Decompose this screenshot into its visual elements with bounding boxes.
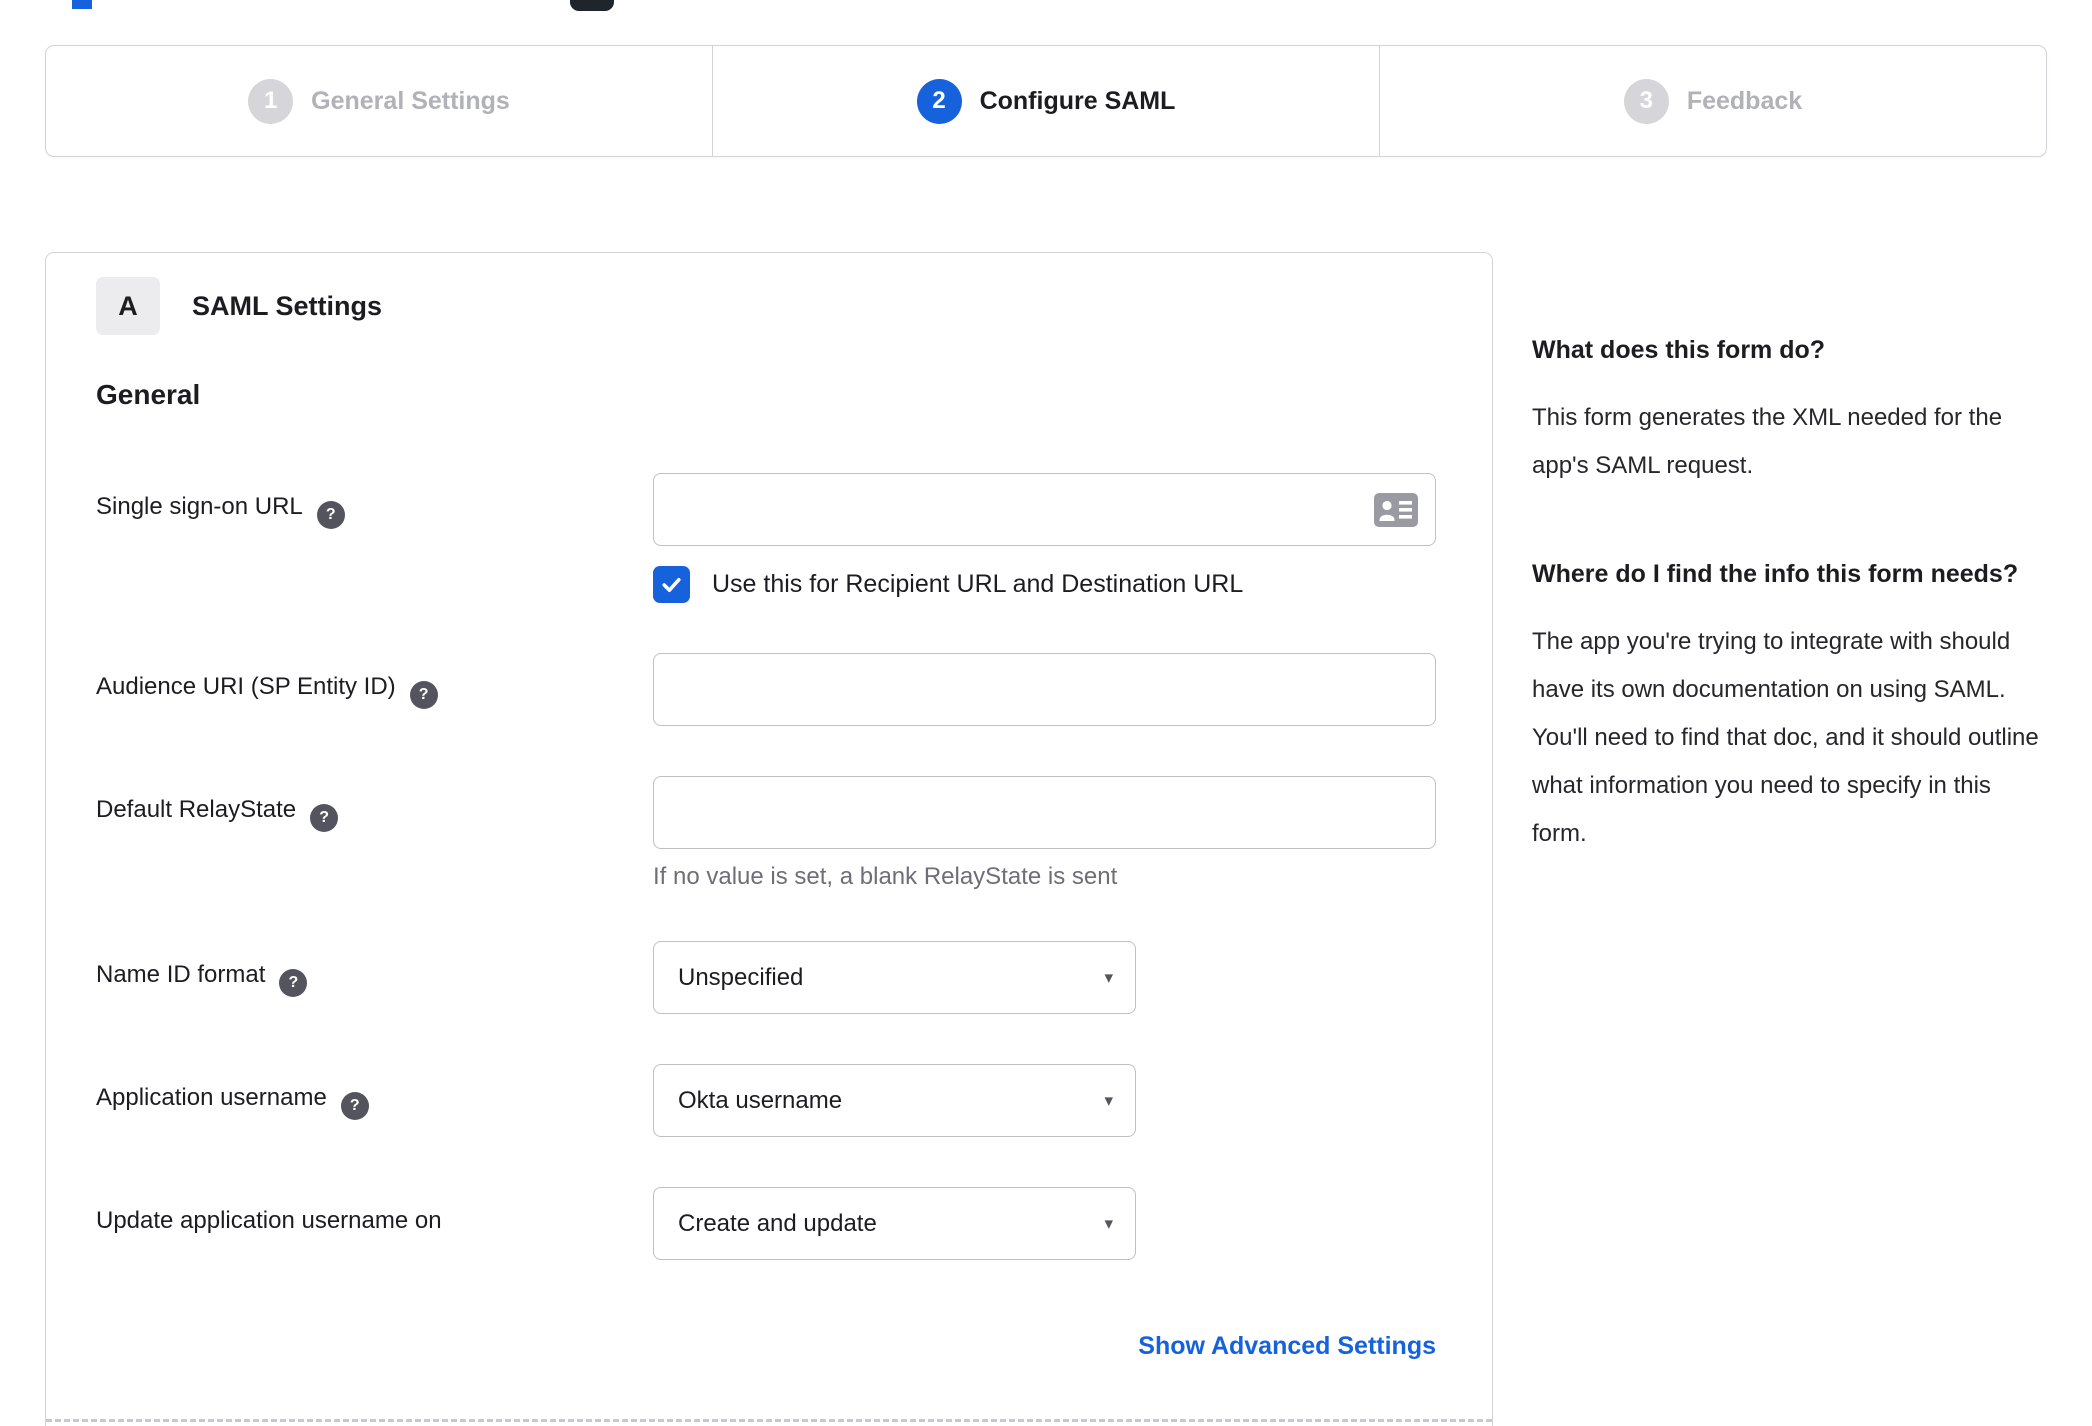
default-relaystate-input[interactable] xyxy=(653,776,1436,849)
chevron-down-icon: ▾ xyxy=(1104,967,1113,987)
show-advanced-settings-link[interactable]: Show Advanced Settings xyxy=(1138,1332,1436,1360)
form-row-default-relaystate: Default RelayState? If no value is set, … xyxy=(96,776,1436,891)
update-application-username-select[interactable]: Create and update ▾ xyxy=(653,1187,1136,1260)
chevron-down-icon: ▾ xyxy=(1104,1090,1113,1110)
step-number-badge: 2 xyxy=(916,78,962,124)
cutoff-blue-tab-fragment xyxy=(72,0,92,9)
field-label: Single sign-on URL xyxy=(96,493,303,520)
field-label: Update application username on xyxy=(96,1207,442,1234)
wizard-stepper: 1 General Settings 2 Configure SAML 3 Fe… xyxy=(45,45,2047,157)
help-body: The app you're trying to integrate with … xyxy=(1532,628,2039,847)
dashed-section-divider xyxy=(46,1419,1492,1422)
help-icon[interactable]: ? xyxy=(279,969,308,997)
select-value: Create and update xyxy=(678,1209,877,1237)
step-general-settings[interactable]: 1 General Settings xyxy=(46,46,713,156)
audience-uri-input[interactable] xyxy=(653,653,1436,726)
single-sign-on-url-input[interactable] xyxy=(653,473,1436,546)
name-id-format-select[interactable]: Unspecified ▾ xyxy=(653,941,1136,1014)
cutoff-dark-icon-fragment xyxy=(570,0,614,11)
question-mark-glyph: ? xyxy=(349,1097,360,1114)
select-value: Okta username xyxy=(678,1086,843,1114)
help-icon[interactable]: ? xyxy=(340,1092,369,1120)
field-label: Application username xyxy=(96,1084,327,1111)
section-a-badge: A xyxy=(96,277,160,335)
form-row-update-application-username: Update application username on Create an… xyxy=(96,1187,1434,1260)
checkmark-icon xyxy=(662,578,681,592)
form-row-single-sign-on-url: Single sign-on URL? Use this for Recipie… xyxy=(96,473,1436,603)
general-heading: General xyxy=(96,379,201,410)
help-heading: What does this form do? xyxy=(1532,336,1826,364)
step-number-badge: 1 xyxy=(248,78,294,124)
select-value: Unspecified xyxy=(678,963,804,991)
question-mark-glyph: ? xyxy=(418,686,429,703)
question-mark-glyph: ? xyxy=(325,506,336,523)
question-mark-glyph: ? xyxy=(288,974,299,991)
help-section-what: What does this form do? This form genera… xyxy=(1532,328,2052,490)
help-body: This form generates the XML needed for t… xyxy=(1532,404,2003,479)
section-header: A SAML Settings xyxy=(96,277,1434,335)
field-label: Name ID format xyxy=(96,961,266,988)
step-configure-saml[interactable]: 2 Configure SAML xyxy=(713,46,1380,156)
relaystate-helper-text: If no value is set, a blank RelayState i… xyxy=(653,863,1118,890)
field-label: Default RelayState xyxy=(96,796,297,823)
question-mark-glyph: ? xyxy=(319,809,329,826)
step-label: Configure SAML xyxy=(979,86,1176,115)
form-row-name-id-format: Name ID format? Unspecified ▾ xyxy=(96,941,1434,1014)
help-sidebar: What does this form do? This form genera… xyxy=(1493,252,2052,858)
field-label: Audience URI (SP Entity ID) xyxy=(96,673,396,700)
step-label: Feedback xyxy=(1686,86,1803,115)
step-feedback[interactable]: 3 Feedback xyxy=(1380,46,2046,156)
form-row-audience-uri: Audience URI (SP Entity ID)? xyxy=(96,653,1436,726)
help-icon[interactable]: ? xyxy=(409,681,438,709)
step-label: General Settings xyxy=(311,86,510,115)
saml-settings-panel: A SAML Settings General Single sign-on U… xyxy=(45,252,1493,1426)
help-icon[interactable]: ? xyxy=(310,804,339,832)
checkbox-label: Use this for Recipient URL and Destinati… xyxy=(712,570,1244,598)
use-for-recipient-url-checkbox[interactable] xyxy=(653,566,690,603)
section-title: SAML Settings xyxy=(192,290,383,321)
help-heading: Where do I find the info this form needs… xyxy=(1532,560,2019,588)
help-icon[interactable]: ? xyxy=(316,501,345,529)
form-row-application-username: Application username? Okta username ▾ xyxy=(96,1064,1434,1137)
help-section-where: Where do I find the info this form needs… xyxy=(1532,552,2052,858)
step-number-badge: 3 xyxy=(1623,78,1669,124)
chevron-down-icon: ▾ xyxy=(1104,1213,1113,1233)
recipient-url-checkbox-row: Use this for Recipient URL and Destinati… xyxy=(653,566,1436,603)
application-username-select[interactable]: Okta username ▾ xyxy=(653,1064,1136,1137)
contact-card-icon xyxy=(1374,493,1418,527)
